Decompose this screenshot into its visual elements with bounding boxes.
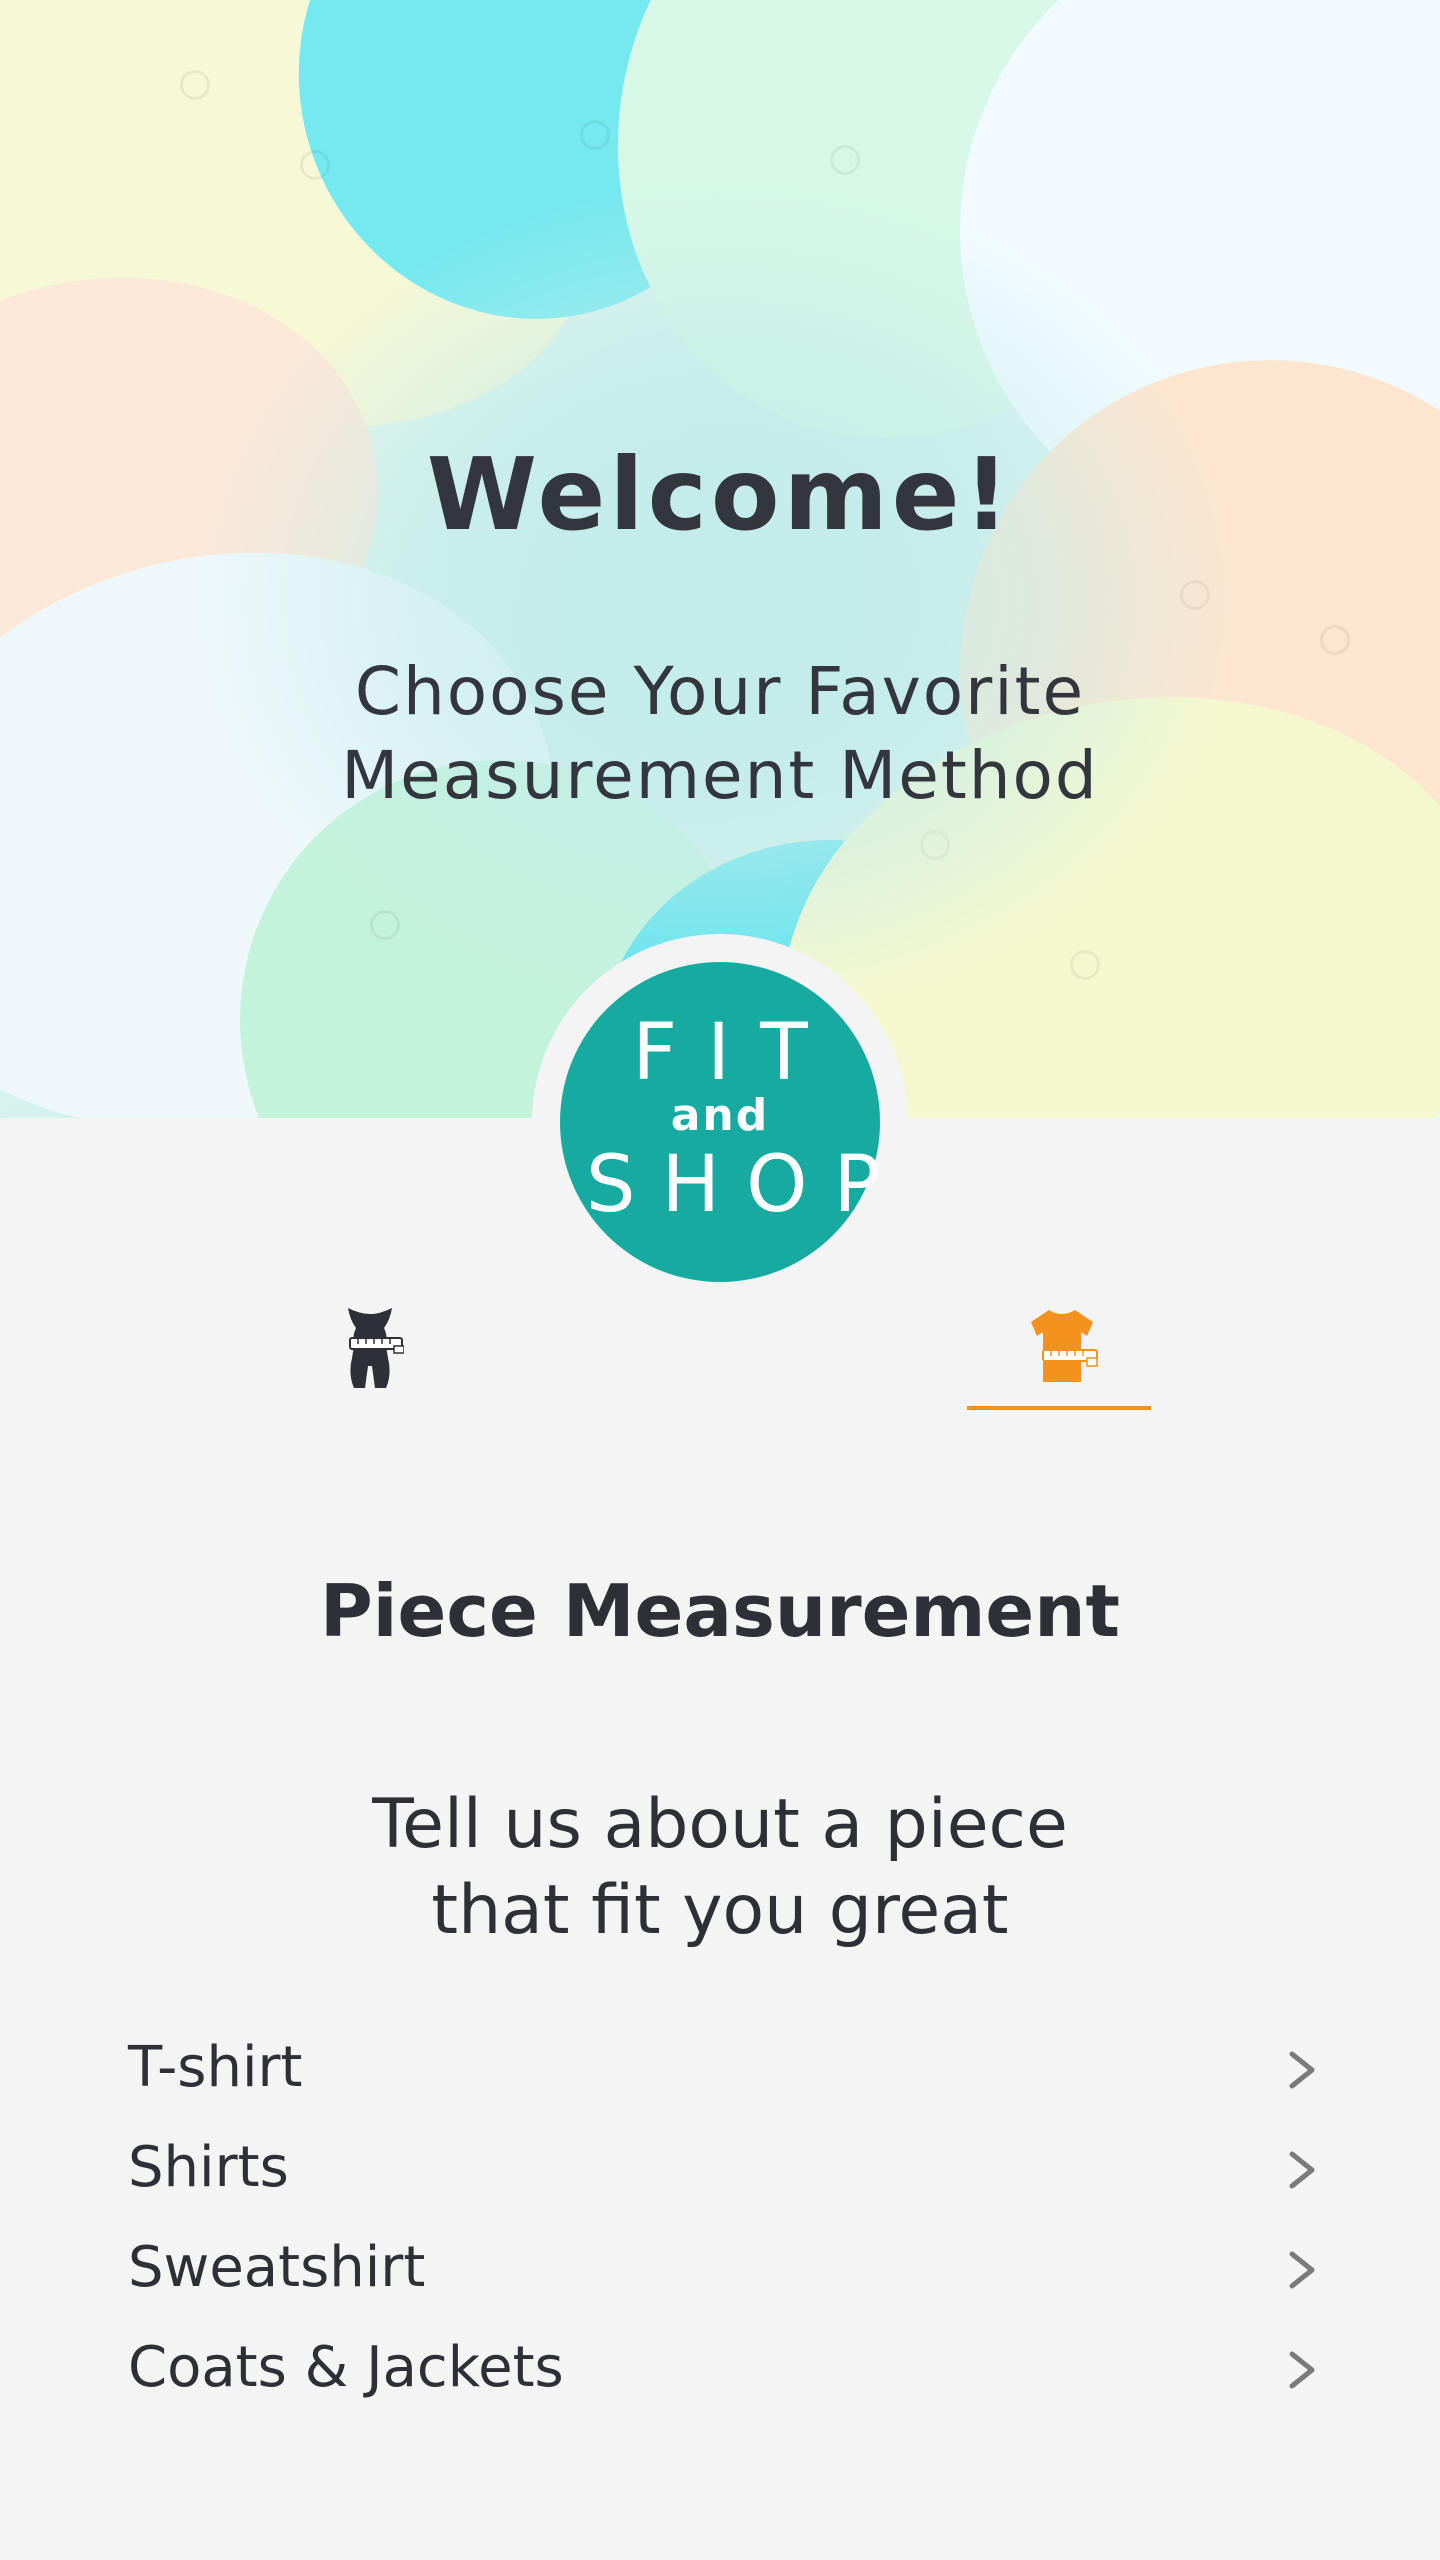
list-item-label: Sweatshirt [128, 2235, 426, 2300]
list-item-sweatshirt[interactable]: Sweatshirt [0, 2220, 1440, 2320]
hero-subtitle-line: Measurement Method [341, 737, 1099, 814]
app-screen: Welcome! Choose Your Favorite Measuremen… [0, 0, 1440, 2560]
hero-subtitle: Choose Your Favorite Measurement Method [0, 650, 1440, 818]
logo-text-fit: FIT [632, 1008, 838, 1098]
list-item-coats-jackets[interactable]: Coats & Jackets [0, 2320, 1440, 2420]
welcome-title: Welcome! [426, 436, 1014, 553]
section-description: Tell us about a piece that fit you great [0, 1782, 1440, 1954]
section-description-line: Tell us about a piece [372, 1785, 1068, 1864]
chevron-right-icon [1289, 2151, 1315, 2189]
logo-text-and: and [670, 1090, 770, 1141]
logo-text-shop: SHOP [586, 1140, 907, 1230]
list-item-shirts[interactable]: Shirts [0, 2120, 1440, 2220]
list-item-label: Shirts [128, 2135, 289, 2200]
list-item-label: Coats & Jackets [128, 2335, 564, 2400]
chevron-right-icon [1289, 2351, 1315, 2389]
section-title: Piece Measurement [320, 1569, 1120, 1653]
tab-piece-measurement[interactable] [967, 1300, 1151, 1410]
list-item-label: T-shirt [128, 2035, 303, 2100]
app-logo: FIT and SHOP [560, 962, 907, 1282]
list-item-tshirt[interactable]: T-shirt [0, 2020, 1440, 2120]
body-measure-icon [348, 1308, 404, 1388]
tab-active-indicator [967, 1406, 1151, 1410]
tshirt-measure-icon [1031, 1310, 1098, 1382]
garment-list: T-shirt Shirts Sweatshirt Coats & Jacket… [0, 2020, 1440, 2420]
chevron-right-icon [1289, 2051, 1315, 2089]
hero-subtitle-line: Choose Your Favorite [354, 653, 1086, 730]
section-description-line: that fit you great [431, 1871, 1009, 1950]
chevron-right-icon [1289, 2251, 1315, 2289]
tab-body-measurement[interactable] [282, 1300, 466, 1410]
